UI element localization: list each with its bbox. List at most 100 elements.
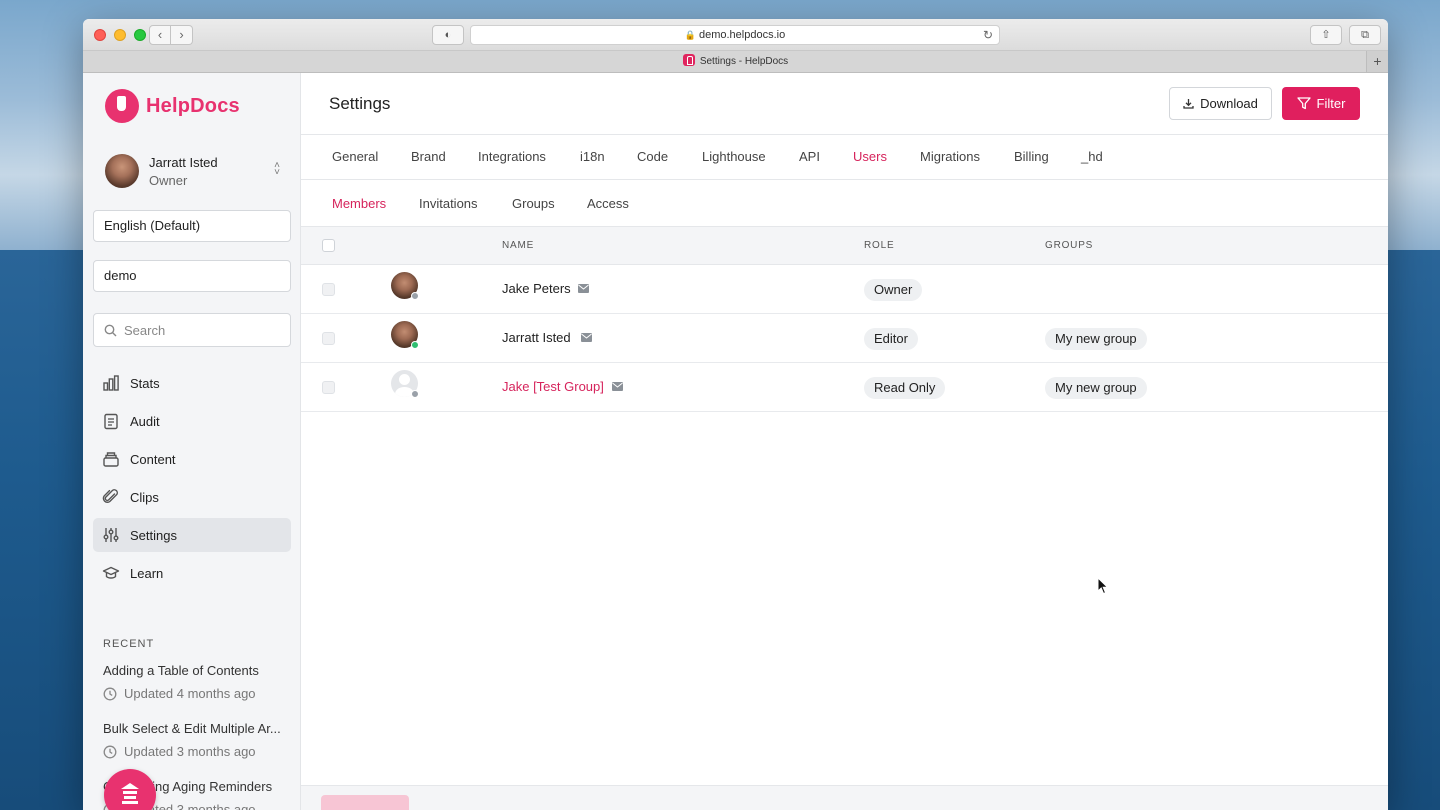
reload-icon[interactable]: ↻ — [983, 26, 993, 44]
language-select[interactable]: English (Default) — [93, 210, 291, 242]
sidebar-item-label: Stats — [130, 375, 160, 391]
subtab-groups[interactable]: Groups — [512, 196, 555, 211]
recent-item-title: Bulk Select & Edit Multiple Ar... — [103, 721, 281, 736]
back-button[interactable]: ‹ — [149, 25, 171, 45]
settings-tabs: General Brand Integrations i18n Code Lig… — [301, 135, 1388, 180]
window-controls — [94, 29, 146, 41]
tab-i18n[interactable]: i18n — [580, 149, 605, 164]
recent-heading: RECENT — [103, 638, 155, 650]
close-window-button[interactable] — [94, 29, 106, 41]
sidebar-item-settings[interactable]: Settings — [93, 518, 291, 552]
status-offline-indicator — [411, 390, 419, 398]
envelope-icon[interactable] — [612, 382, 623, 391]
minimize-window-button[interactable] — [114, 29, 126, 41]
share-icon[interactable]: ⇧ — [1310, 25, 1342, 45]
select-all-checkbox[interactable] — [322, 239, 335, 252]
site-select[interactable]: demo — [93, 260, 291, 292]
privacy-shield-icon[interactable]: ◐ — [432, 25, 464, 45]
member-name[interactable]: Jake Peters — [502, 281, 571, 296]
tab-code[interactable]: Code — [637, 149, 668, 164]
browser-tab[interactable]: Settings - HelpDocs + — [83, 51, 1388, 73]
tab-billing[interactable]: Billing — [1014, 149, 1049, 164]
new-tab-button[interactable]: + — [1366, 51, 1388, 72]
search-input[interactable] — [124, 322, 274, 338]
filter-button[interactable]: Filter — [1282, 87, 1360, 120]
lighthouse-icon — [121, 783, 139, 804]
help-launcher-button[interactable] — [104, 769, 156, 810]
subtab-access[interactable]: Access — [587, 196, 629, 211]
sidebar-item-label: Clips — [130, 489, 159, 505]
status-offline-indicator — [411, 292, 419, 300]
helpdocs-logo-icon — [105, 89, 139, 123]
row-checkbox[interactable] — [322, 381, 335, 394]
helpdocs-app: HelpDocs Jarratt Isted Owner ˄ ˅ English … — [83, 73, 1388, 810]
sidebar-item-learn[interactable]: Learn — [93, 556, 291, 590]
row-checkbox[interactable] — [322, 332, 335, 345]
brand-logo[interactable]: HelpDocs — [105, 89, 240, 123]
sidebar-item-clips[interactable]: Clips — [93, 480, 291, 514]
brand-name: HelpDocs — [146, 94, 240, 117]
table-row[interactable]: Jake Peters Owner — [301, 265, 1388, 314]
tab-general[interactable]: General — [332, 149, 378, 164]
footer-action-button[interactable] — [321, 795, 409, 810]
tab-users[interactable]: Users — [853, 149, 887, 164]
user-name: Jarratt Isted — [149, 154, 218, 170]
sidebar: HelpDocs Jarratt Isted Owner ˄ ˅ English … — [83, 73, 301, 810]
page-title: Settings — [329, 94, 391, 113]
sidebar-item-content[interactable]: Content — [93, 442, 291, 476]
recent-item[interactable]: Adding a Table of Contents Updated 4 mon… — [103, 663, 283, 701]
funnel-icon — [1296, 97, 1311, 110]
column-header-role[interactable]: ROLE — [864, 240, 894, 251]
user-avatar — [105, 154, 139, 188]
column-header-name[interactable]: NAME — [502, 240, 534, 251]
envelope-icon[interactable] — [578, 284, 589, 293]
recent-item-title: Adding a Table of Contents — [103, 663, 259, 678]
column-header-groups[interactable]: GROUPS — [1045, 240, 1093, 251]
tab-lighthouse[interactable]: Lighthouse — [702, 149, 766, 164]
download-button[interactable]: Download — [1169, 87, 1272, 120]
chevron-up-down-icon: ˄ ˅ — [274, 160, 280, 178]
tab-brand[interactable]: Brand — [411, 149, 446, 164]
address-bar[interactable]: 🔒 demo.helpdocs.io ↻ — [470, 25, 1000, 45]
subtab-members[interactable]: Members — [332, 196, 386, 211]
sliders-icon — [103, 528, 119, 542]
download-label: Download — [1200, 96, 1258, 111]
clock-icon — [103, 687, 117, 700]
table-footer — [301, 785, 1388, 810]
sidebar-item-label: Settings — [130, 527, 177, 543]
recent-item-updated: Updated 4 months ago — [124, 686, 256, 701]
table-row[interactable]: Jarratt Isted Editor My new group — [301, 314, 1388, 363]
user-role: Owner — [149, 172, 188, 188]
row-checkbox[interactable] — [322, 283, 335, 296]
group-badge: My new group — [1045, 328, 1147, 350]
history-buttons: ‹ › — [149, 25, 193, 45]
download-icon — [1183, 99, 1194, 109]
main-content: Settings Download Filter General Brand I… — [301, 73, 1388, 810]
lock-icon: 🔒 — [684, 30, 696, 40]
table-row[interactable]: Jake [Test Group] Read Only My new group — [301, 363, 1388, 412]
tab-migrations[interactable]: Migrations — [920, 149, 980, 164]
sidebar-item-audit[interactable]: Audit — [93, 404, 291, 438]
members-table-header: NAME ROLE GROUPS — [301, 226, 1388, 265]
tab-hd[interactable]: _hd — [1081, 149, 1103, 164]
recent-item-updated: Updated 3 months ago — [124, 744, 256, 759]
filter-label: Filter — [1316, 96, 1346, 111]
url-text: demo.helpdocs.io — [698, 29, 786, 41]
page-header: Settings Download Filter — [301, 73, 1388, 135]
account-switcher[interactable]: Jarratt Isted Owner ˄ ˅ — [105, 152, 280, 190]
sidebar-nav: Stats Audit Content Clips Settings Learn — [93, 366, 291, 594]
forward-button[interactable]: › — [171, 25, 193, 45]
users-subtabs: Members Invitations Groups Access — [301, 180, 1388, 226]
tab-api[interactable]: API — [799, 149, 820, 164]
browser-titlebar: ‹ › ◐ 🔒 demo.helpdocs.io ↻ ⇧ ⧉ — [83, 19, 1388, 51]
tab-overview-icon[interactable]: ⧉ — [1349, 25, 1381, 45]
member-name[interactable]: Jarratt Isted — [502, 330, 571, 345]
browser-window: ‹ › ◐ 🔒 demo.helpdocs.io ↻ ⇧ ⧉ Settings -… — [83, 19, 1388, 810]
recent-item[interactable]: Bulk Select & Edit Multiple Ar... Update… — [103, 721, 283, 759]
subtab-invitations[interactable]: Invitations — [419, 196, 478, 211]
member-name-link[interactable]: Jake [Test Group] — [502, 379, 604, 394]
sidebar-item-stats[interactable]: Stats — [93, 366, 291, 400]
zoom-window-button[interactable] — [134, 29, 146, 41]
tab-integrations[interactable]: Integrations — [478, 149, 546, 164]
envelope-icon[interactable] — [581, 333, 592, 342]
